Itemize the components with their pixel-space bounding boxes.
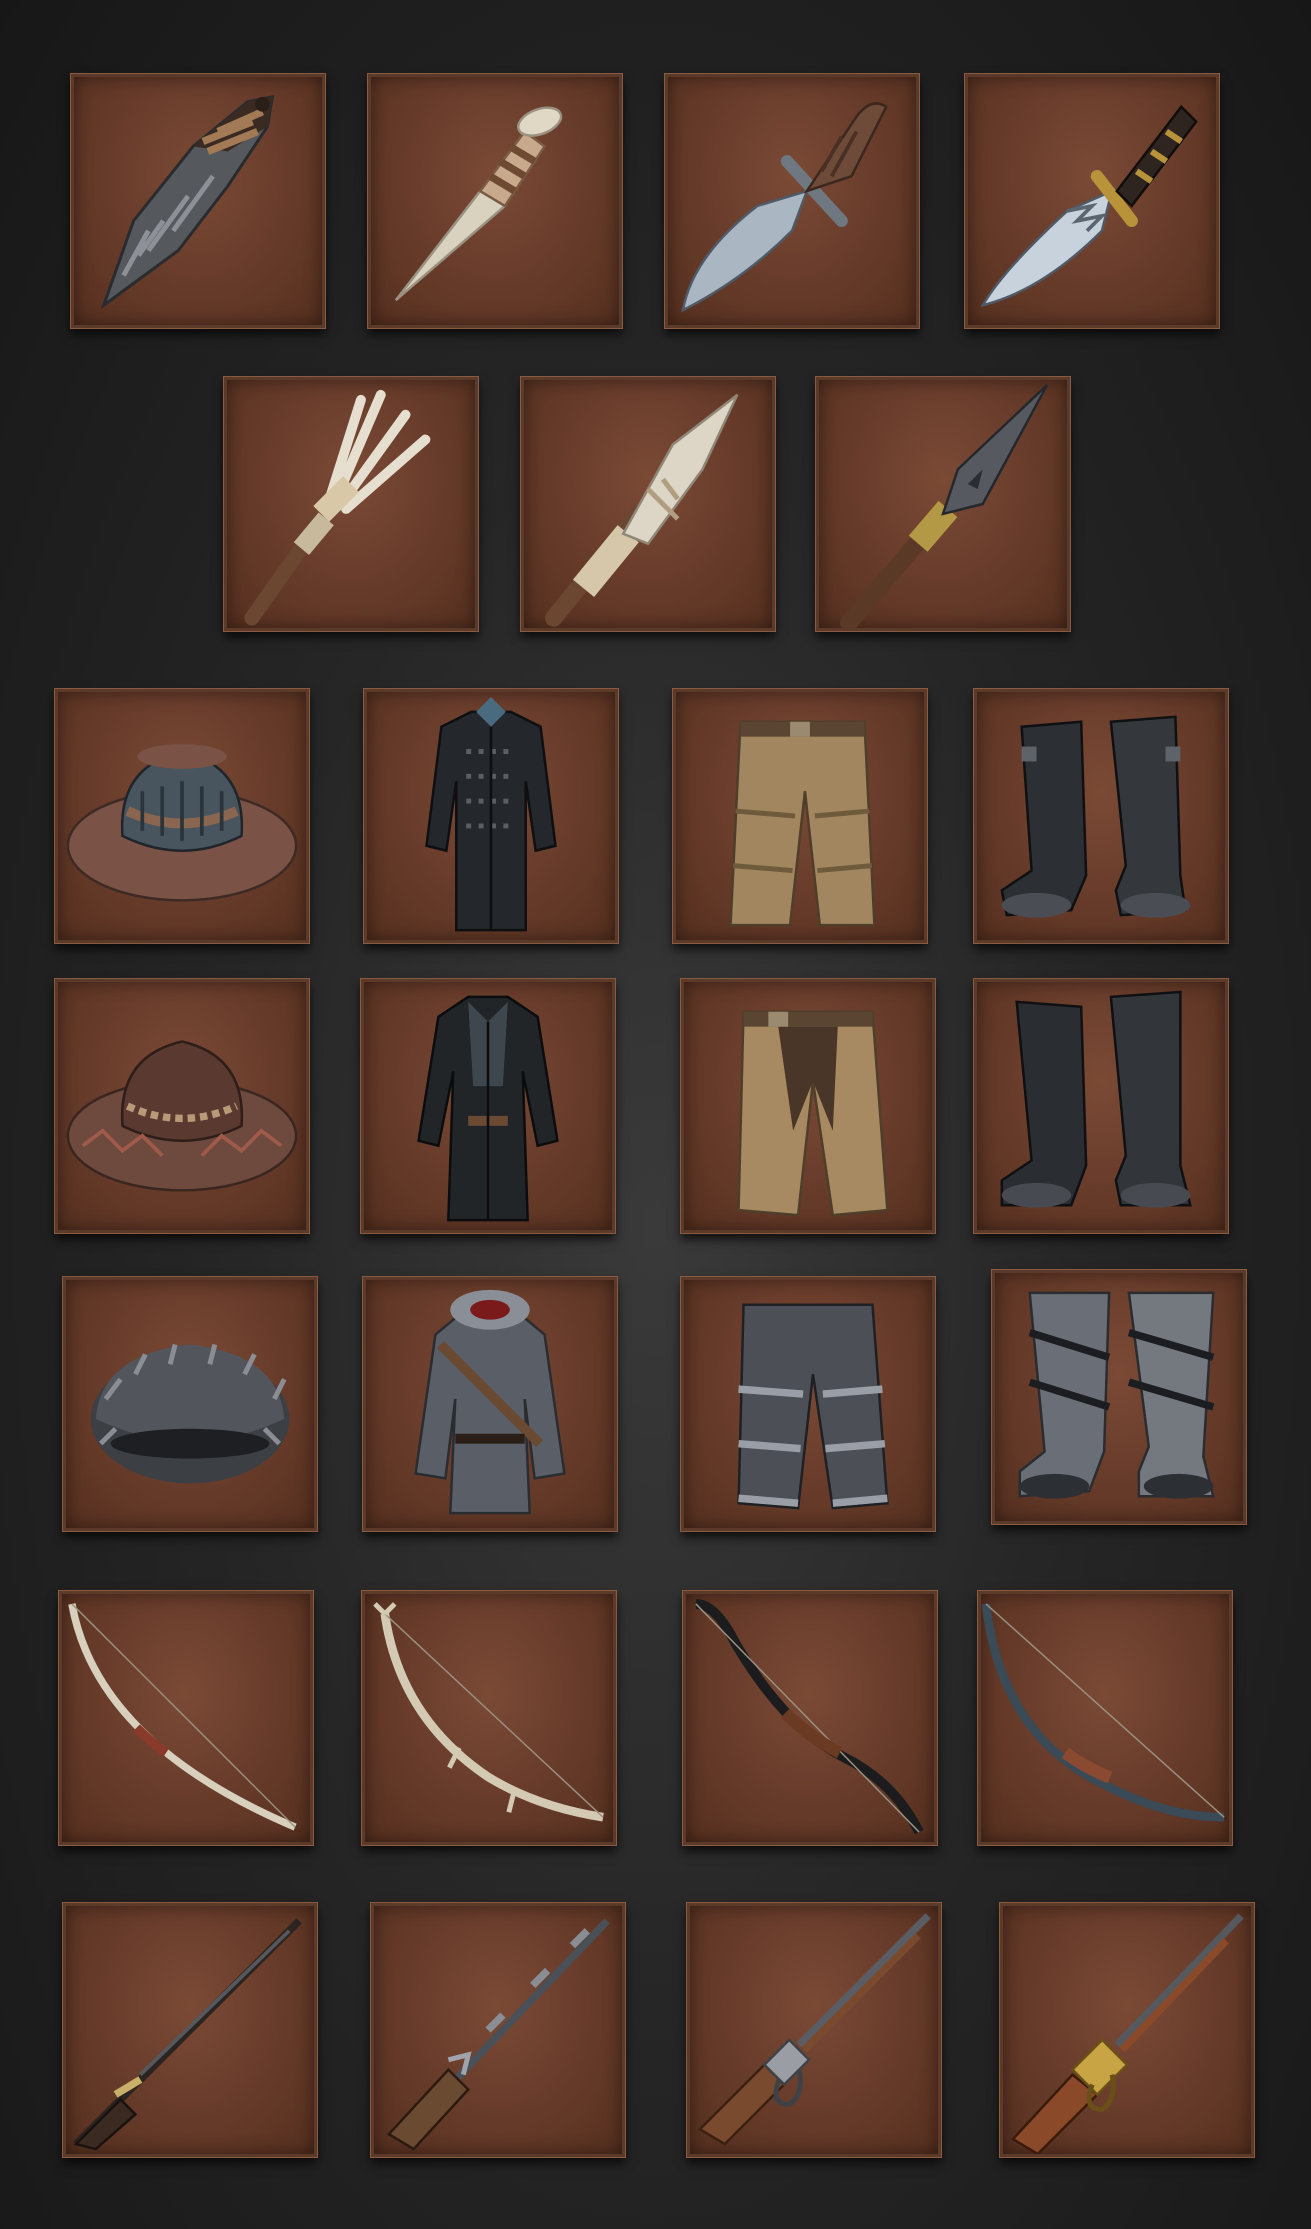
inventory-slot-antler-hunting-knife[interactable]	[664, 73, 920, 329]
inventory-slot-suede-cowboy-hat[interactable]	[54, 978, 310, 1234]
bone-dagger-icon	[394, 106, 563, 302]
inventory-slot-musket[interactable]	[370, 1902, 626, 2158]
inventory-slot-fur-boots[interactable]	[991, 1269, 1247, 1525]
bone-fishing-spear-icon	[244, 389, 431, 626]
inventory-slot-antler-bow[interactable]	[361, 1590, 617, 1846]
inventory-slot-lever-action-rifle[interactable]	[686, 1902, 942, 2158]
bone-bow-icon	[68, 1603, 297, 1831]
inventory-slot-studded-leather-coat[interactable]	[363, 688, 619, 944]
inventory-slot-brass-lever-rifle[interactable]	[999, 1902, 1255, 2158]
inventory-slot-leather-boots[interactable]	[973, 688, 1229, 944]
suede-cowboy-hat-icon	[66, 1040, 298, 1192]
hunting-bow-icon	[981, 1603, 1225, 1822]
brass-lever-rifle-icon	[1010, 1913, 1244, 2154]
inventory-slot-patched-leather-pants[interactable]	[672, 688, 928, 944]
inventory-slot-black-leather-duster[interactable]	[360, 978, 616, 1234]
inventory-slot-bone-bow[interactable]	[58, 1590, 314, 1846]
recurve-bow-icon	[695, 1598, 924, 1835]
musket-icon	[386, 1918, 610, 2151]
leather-chaps-icon	[737, 1010, 889, 1217]
fur-boots-icon	[1018, 1291, 1215, 1499]
flintlock-rifle-icon	[73, 1918, 302, 2151]
inventory-slot-fur-hat[interactable]	[62, 1276, 318, 1532]
inventory-slot-bone-fishing-spear[interactable]	[223, 376, 479, 632]
bowie-knife-icon	[980, 104, 1198, 308]
lever-action-rifle-icon	[697, 1913, 931, 2146]
inventory-slot-fur-pants[interactable]	[680, 1276, 936, 1532]
patched-leather-pants-icon	[729, 720, 876, 927]
inventory-slot-bone-spear[interactable]	[520, 376, 776, 632]
fur-parka-icon	[414, 1289, 566, 1515]
inventory-slot-studded-leather-hat[interactable]	[54, 688, 310, 944]
inventory-slot-recurve-bow[interactable]	[682, 1590, 938, 1846]
inventory-slot-hunting-bow[interactable]	[977, 1590, 1233, 1846]
inventory-slot-iron-spear[interactable]	[815, 376, 1071, 632]
bone-spear-icon	[545, 393, 739, 627]
inventory-slot-stone-knife[interactable]	[70, 73, 326, 329]
inventory-slot-fur-parka[interactable]	[362, 1276, 618, 1532]
black-leather-duster-icon	[417, 995, 559, 1222]
iron-spear-icon	[840, 384, 1049, 628]
inventory-slot-leather-chaps[interactable]	[680, 978, 936, 1234]
studded-leather-hat-icon	[66, 744, 298, 902]
riding-boots-icon	[1000, 990, 1192, 1208]
studded-leather-coat-icon	[425, 696, 557, 932]
fur-pants-icon	[737, 1303, 889, 1510]
antler-hunting-knife-icon	[681, 102, 888, 313]
inventory-slot-bone-dagger[interactable]	[367, 73, 623, 329]
inventory-slot-bowie-knife[interactable]	[964, 73, 1220, 329]
leather-boots-icon	[1000, 715, 1191, 918]
stone-knife-icon	[100, 94, 275, 310]
antler-bow-icon	[373, 1602, 604, 1822]
inventory-slot-riding-boots[interactable]	[973, 978, 1229, 1234]
fur-hat-icon	[90, 1343, 290, 1484]
inventory-slot-flintlock-rifle[interactable]	[62, 1902, 318, 2158]
